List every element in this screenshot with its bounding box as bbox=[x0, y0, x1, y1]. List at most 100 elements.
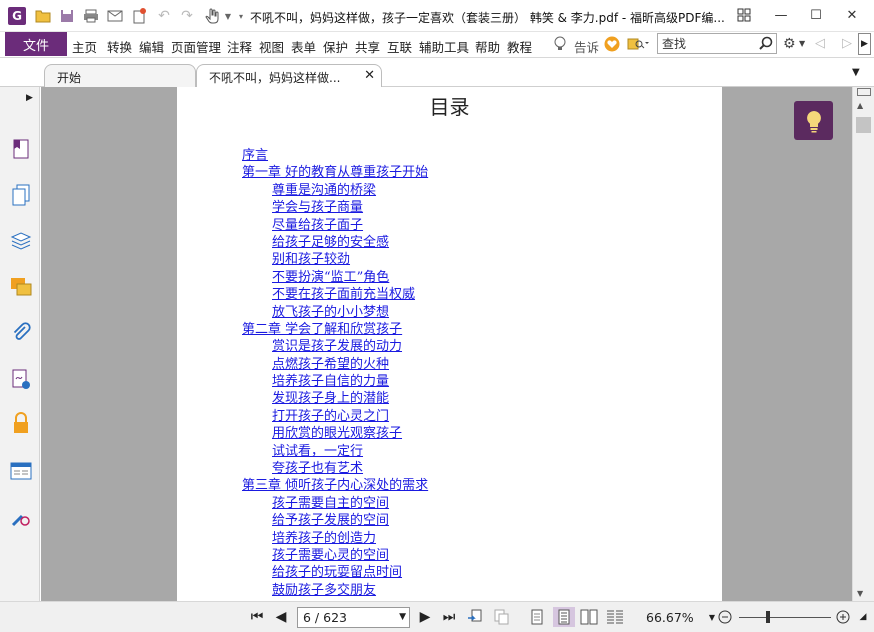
menu-tutorial[interactable]: 教程 bbox=[507, 37, 532, 56]
toc-section-link[interactable]: 点燃孩子希望的火种 bbox=[242, 356, 428, 373]
menu-page-management[interactable]: 页面管理 bbox=[171, 37, 221, 56]
scroll-up-icon[interactable]: ▲ bbox=[857, 101, 863, 110]
zoom-in-icon[interactable] bbox=[834, 609, 852, 625]
open-folder-icon[interactable] bbox=[34, 7, 52, 25]
app-logo-icon[interactable]: G bbox=[8, 7, 26, 25]
menu-accessibility[interactable]: 辅助工具 bbox=[419, 37, 469, 56]
ribbon-display-options-icon[interactable] bbox=[732, 4, 756, 26]
menu-view[interactable]: 视图 bbox=[259, 37, 284, 56]
menu-home[interactable]: 主页 bbox=[72, 37, 97, 56]
zoom-slider-track[interactable] bbox=[739, 617, 831, 618]
previous-page-icon[interactable]: ◀ bbox=[272, 609, 290, 625]
page-number-input[interactable]: 6 / 623 ▼ bbox=[297, 607, 410, 628]
toc-section-link[interactable]: 给孩子足够的安全感 bbox=[242, 234, 428, 251]
search-icon[interactable] bbox=[759, 36, 773, 54]
continuous-facing-view-icon[interactable] bbox=[606, 609, 624, 625]
tools-icon[interactable] bbox=[9, 505, 33, 529]
toc-section-link[interactable]: 孩子需要自主的空间 bbox=[242, 495, 428, 512]
content-panel-icon[interactable] bbox=[9, 459, 33, 483]
menu-edit[interactable]: 编辑 bbox=[139, 37, 164, 56]
toc-section-link[interactable]: 培养孩子自信的力量 bbox=[242, 373, 428, 390]
zoom-level[interactable]: 66.67% bbox=[646, 610, 694, 625]
signatures-icon[interactable] bbox=[9, 367, 33, 391]
ribbon-expand-icon[interactable]: ▶ bbox=[858, 33, 871, 55]
toc-chapter-link[interactable]: 第一章 好的教育从尊重孩子开始 bbox=[242, 164, 428, 181]
expand-panel-icon[interactable]: ▶ bbox=[26, 93, 33, 103]
first-page-icon[interactable]: ⏮ bbox=[248, 609, 266, 625]
next-view-icon[interactable] bbox=[492, 609, 510, 625]
continuous-view-icon[interactable] bbox=[553, 607, 575, 627]
facing-view-icon[interactable] bbox=[580, 609, 598, 625]
attachments-icon[interactable] bbox=[9, 321, 33, 345]
menu-protect[interactable]: 保护 bbox=[323, 37, 348, 56]
menu-share[interactable]: 共享 bbox=[355, 37, 380, 56]
scroll-down-icon[interactable]: ▼ bbox=[857, 589, 863, 598]
toc-section-link[interactable]: 不要扮演“监工”角色 bbox=[242, 269, 428, 286]
lightbulb-tell-me-icon[interactable] bbox=[553, 36, 567, 55]
toc-section-link[interactable]: 发现孩子身上的潜能 bbox=[242, 390, 428, 407]
toc-section-link[interactable]: 用欣赏的眼光观察孩子 bbox=[242, 425, 428, 442]
comments-icon[interactable] bbox=[9, 275, 33, 299]
toc-section-link[interactable]: 试试看，一定行 bbox=[242, 443, 428, 460]
ribbon-scroll-left-icon[interactable]: ◁ bbox=[815, 36, 825, 51]
scrollbar-thumb[interactable] bbox=[856, 117, 871, 133]
close-tab-icon[interactable]: ✕ bbox=[364, 68, 375, 83]
search-input[interactable]: 查找 bbox=[657, 33, 777, 54]
security-lock-icon[interactable] bbox=[9, 411, 33, 435]
minimize-button[interactable]: — bbox=[769, 4, 793, 26]
document-canvas[interactable]: 目录 序言 第一章 好的教育从尊重孩子开始 尊重是沟通的桥梁 学会与孩子商量 尽量给孩子… bbox=[41, 87, 852, 601]
tips-lightbulb-button[interactable] bbox=[794, 101, 833, 140]
vertical-scrollbar[interactable]: ▲ ▼ bbox=[852, 87, 874, 601]
email-icon[interactable] bbox=[106, 7, 124, 25]
settings-dropdown-icon[interactable]: ▼ bbox=[799, 39, 805, 48]
toc-chapter-link[interactable]: 第二章 学会了解和欣赏孩子 bbox=[242, 321, 428, 338]
tab-list-dropdown-icon[interactable]: ▼ bbox=[852, 67, 860, 78]
menu-help[interactable]: 帮助 bbox=[475, 37, 500, 56]
maximize-button[interactable]: ☐ bbox=[804, 4, 828, 26]
tab-start[interactable]: 开始 bbox=[44, 64, 196, 87]
toc-section-link[interactable]: 打开孩子的心灵之门 bbox=[242, 408, 428, 425]
settings-gear-icon[interactable]: ⚙ bbox=[783, 36, 796, 52]
file-menu-button[interactable]: 文件 bbox=[5, 32, 67, 56]
split-view-handle[interactable] bbox=[857, 88, 871, 96]
close-button[interactable]: ✕ bbox=[840, 4, 864, 26]
page-dropdown-icon[interactable]: ▼ bbox=[399, 608, 406, 627]
toc-chapter-link[interactable]: 序言 bbox=[242, 147, 428, 164]
save-icon[interactable] bbox=[58, 7, 76, 25]
toc-section-link[interactable]: 夸孩子也有艺术 bbox=[242, 460, 428, 477]
menu-comment[interactable]: 注释 bbox=[227, 37, 252, 56]
page-thumbnails-icon[interactable] bbox=[9, 183, 33, 207]
toc-section-link[interactable]: 学会与孩子商量 bbox=[242, 199, 428, 216]
zoom-slider-thumb[interactable] bbox=[766, 611, 770, 623]
bookmarks-icon[interactable] bbox=[9, 137, 33, 161]
toc-section-link[interactable]: 赏识是孩子发展的动力 bbox=[242, 338, 428, 355]
undo-icon[interactable]: ↶ bbox=[155, 7, 173, 25]
single-page-view-icon[interactable] bbox=[528, 609, 546, 625]
toc-section-link[interactable]: 给孩子的玩耍留点时间 bbox=[242, 564, 428, 581]
search-options-icon[interactable] bbox=[627, 36, 649, 55]
toc-section-link[interactable]: 尊重是沟通的桥梁 bbox=[242, 182, 428, 199]
tab-document[interactable]: 不吼不叫，妈妈这样做... ✕ bbox=[196, 64, 382, 87]
toc-section-link[interactable]: 鼓励孩子多交朋友 bbox=[242, 582, 428, 599]
toc-section-link[interactable]: 放飞孩子的小小梦想 bbox=[242, 304, 428, 321]
toc-section-link[interactable]: 给予孩子发展的空间 bbox=[242, 512, 428, 529]
new-document-icon[interactable] bbox=[130, 7, 148, 25]
print-icon[interactable] bbox=[82, 7, 100, 25]
expand-status-icon[interactable]: ◢ bbox=[854, 609, 872, 625]
menu-form[interactable]: 表单 bbox=[291, 37, 316, 56]
toc-section-link[interactable]: 尽量给孩子面子 bbox=[242, 217, 428, 234]
menu-convert[interactable]: 转换 bbox=[107, 37, 132, 56]
tell-me-label[interactable]: 告诉 bbox=[574, 37, 599, 56]
toc-section-link[interactable]: 孩子需要心灵的空间 bbox=[242, 547, 428, 564]
toc-section-link[interactable]: 不要在孩子面前充当权威 bbox=[242, 286, 428, 303]
layers-icon[interactable] bbox=[9, 229, 33, 253]
next-page-icon[interactable]: ▶ bbox=[416, 609, 434, 625]
customize-toolbar-icon[interactable]: ▾ bbox=[232, 7, 250, 25]
toc-chapter-link[interactable]: 第三章 倾听孩子内心深处的需求 bbox=[242, 477, 428, 494]
previous-view-icon[interactable] bbox=[466, 609, 484, 625]
redo-icon[interactable]: ↷ bbox=[178, 7, 196, 25]
zoom-out-icon[interactable] bbox=[716, 609, 734, 625]
toc-section-link[interactable]: 别和孩子较劲 bbox=[242, 251, 428, 268]
last-page-icon[interactable]: ⏭ bbox=[440, 609, 458, 625]
menu-connect[interactable]: 互联 bbox=[387, 37, 412, 56]
